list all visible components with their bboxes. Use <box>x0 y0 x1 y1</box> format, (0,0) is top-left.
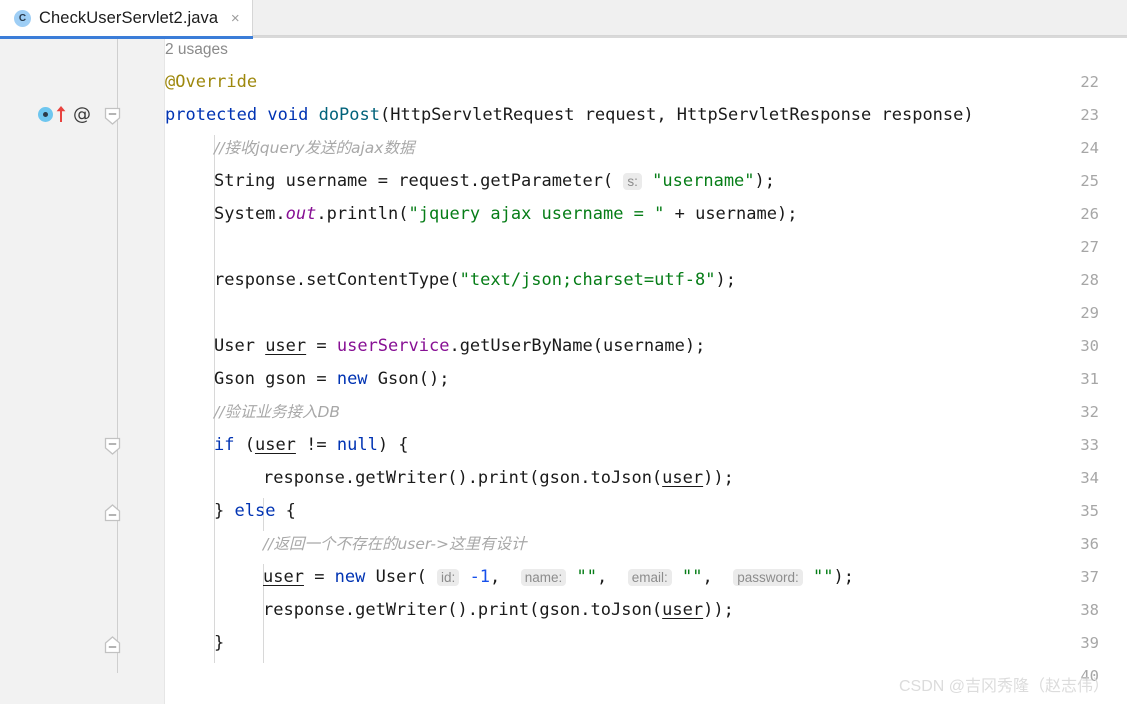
code-line-23[interactable]: protected void doPost(HttpServletRequest… <box>165 99 974 132</box>
java-class-icon: C <box>14 9 31 27</box>
line-number: 27 <box>1080 238 1099 256</box>
parameter-hint-password: password: <box>733 569 803 586</box>
editor-tab-bar: C CheckUserServlet2.java × <box>0 0 1127 36</box>
fold-rail-line <box>117 39 118 673</box>
usages-hint[interactable]: 2 usages <box>165 39 228 66</box>
editor-tab-label: CheckUserServlet2.java <box>39 8 219 27</box>
code-line-24-comment[interactable]: //接收jquery发送的ajax数据 <box>214 132 414 165</box>
line-number: 23 <box>1080 106 1099 124</box>
parameter-hint-email: email: <box>627 569 672 586</box>
line-number: 39 <box>1080 634 1099 652</box>
code-vision-row: 2 usages <box>0 39 1127 66</box>
line-number: 36 <box>1080 535 1099 553</box>
parameter-hint-name: name: <box>520 569 567 586</box>
ide-editor-window: C CheckUserServlet2.java × 2 usages 22 2… <box>0 0 1127 704</box>
line-number: 22 <box>1080 73 1099 91</box>
parameter-hint-id: id: <box>437 569 460 586</box>
code-line-26[interactable]: System.out.println("jquery ajax username… <box>214 198 797 231</box>
code-line-33[interactable]: if (user != null) { <box>214 429 409 462</box>
editor-fold-strip[interactable] <box>110 39 165 704</box>
line-number: 33 <box>1080 436 1099 454</box>
code-line-28[interactable]: response.setContentType("text/json;chars… <box>214 264 736 297</box>
code-line-31[interactable]: Gson gson = new Gson(); <box>214 363 449 396</box>
code-line-30[interactable]: User user = userService.getUserByName(us… <box>214 330 705 363</box>
fold-collapse-icon[interactable] <box>103 107 122 126</box>
line-number: 30 <box>1080 337 1099 355</box>
code-line-38[interactable]: response.getWriter().print(gson.toJson(u… <box>263 594 734 627</box>
line-number: 26 <box>1080 205 1099 223</box>
code-line-34[interactable]: response.getWriter().print(gson.toJson(u… <box>263 462 734 495</box>
code-line-32-comment[interactable]: //验证业务接入DB <box>214 396 340 429</box>
code-line-37[interactable]: user = new User( id: -1, name: "", email… <box>263 561 854 594</box>
fold-collapse-icon[interactable] <box>103 437 122 456</box>
code-editor[interactable]: 2 usages 22 23 24 25 26 27 28 29 30 31 3… <box>0 39 1127 704</box>
overriding-method-icon[interactable] <box>38 107 53 122</box>
line-number: 25 <box>1080 172 1099 190</box>
line-number: 29 <box>1080 304 1099 322</box>
line-number: 31 <box>1080 370 1099 388</box>
tab-bar-divider <box>253 36 1127 38</box>
editor-tab-checkuserservlet2[interactable]: C CheckUserServlet2.java × <box>0 0 254 36</box>
code-line-36-comment[interactable]: //返回一个不存在的user->这里有设计 <box>263 528 527 561</box>
arrow-up-icon <box>56 106 66 122</box>
fold-end-icon[interactable] <box>103 635 122 654</box>
line-number: 38 <box>1080 601 1099 619</box>
code-line-35[interactable]: } else { <box>214 495 296 528</box>
fold-end-icon[interactable] <box>103 503 122 522</box>
gutter-icons-line-23[interactable]: @ <box>38 106 91 124</box>
code-line-25[interactable]: String username = request.getParameter( … <box>214 165 775 198</box>
parameter-hint-s: s: <box>623 173 642 190</box>
line-number: 37 <box>1080 568 1099 586</box>
editor-gutter[interactable] <box>0 39 110 704</box>
annotation-at-icon[interactable]: @ <box>73 106 91 124</box>
line-number: 35 <box>1080 502 1099 520</box>
csdn-watermark: CSDN @吉冈秀隆（赵志伟） <box>898 678 1109 695</box>
annotation-override: @Override <box>165 72 258 92</box>
code-line-39[interactable]: } <box>214 627 224 660</box>
line-number: 34 <box>1080 469 1099 487</box>
close-icon[interactable]: × <box>228 11 242 26</box>
line-number: 32 <box>1080 403 1099 421</box>
line-number: 24 <box>1080 139 1099 157</box>
line-number: 28 <box>1080 271 1099 289</box>
code-line-22[interactable]: @Override <box>165 66 257 99</box>
